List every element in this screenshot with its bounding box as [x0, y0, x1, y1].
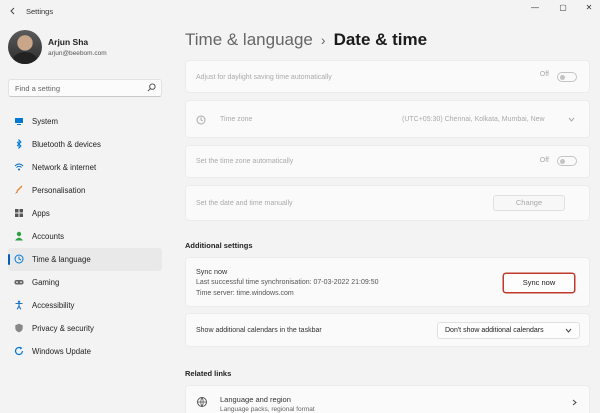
- minimize-button[interactable]: —: [522, 2, 548, 14]
- time-zone-label: Time zone: [220, 116, 253, 123]
- gamepad-icon: [14, 280, 24, 285]
- user-email: arjun@beebom.com: [48, 50, 107, 57]
- additional-settings-heading: Additional settings: [185, 241, 253, 250]
- chevron-down-icon: [565, 328, 572, 333]
- sidebar-item-windows-update[interactable]: Windows Update: [8, 340, 162, 363]
- related-links-heading: Related links: [185, 369, 232, 378]
- wifi-icon: [14, 163, 24, 171]
- search-input[interactable]: Find a setting: [15, 84, 60, 93]
- system-icon: [15, 118, 23, 125]
- daylight-saving-label: Adjust for daylight saving time automati…: [196, 74, 332, 81]
- update-icon: [14, 346, 24, 356]
- chevron-right-icon: [572, 399, 577, 406]
- daylight-saving-row[interactable]: Adjust for daylight saving time automati…: [185, 60, 590, 93]
- user-name: Arjun Sha: [48, 37, 89, 47]
- bluetooth-icon: [16, 139, 22, 149]
- manual-time-row[interactable]: Set the date and time manually Change: [185, 185, 590, 221]
- time-server-text: Time server: time.windows.com: [196, 290, 294, 297]
- sidebar-item-label: Accessibility: [32, 301, 75, 310]
- brush-icon: [15, 185, 23, 194]
- manual-time-label: Set the date and time manually: [196, 200, 293, 207]
- sidebar-item-time-language[interactable]: Time & language: [8, 248, 162, 271]
- sidebar-item-label: Network & internet: [32, 163, 97, 172]
- maximize-button[interactable]: ▢: [550, 2, 576, 14]
- language-region-subtitle: Language packs, regional format: [220, 406, 315, 413]
- sidebar-nav: System Bluetooth & devices Network & int…: [8, 110, 162, 363]
- sidebar-item-gaming[interactable]: Gaming: [8, 271, 162, 294]
- sidebar-item-label: Bluetooth & devices: [32, 140, 101, 149]
- chevron-down-icon: [568, 117, 575, 122]
- sidebar-item-label: Windows Update: [32, 347, 91, 356]
- language-region-link[interactable]: Language and region Language packs, regi…: [185, 385, 590, 413]
- search-box[interactable]: Find a setting: [8, 79, 162, 97]
- accessibility-icon: [15, 300, 23, 310]
- sync-now-button[interactable]: Sync now: [503, 273, 575, 293]
- page-title: Date & time: [333, 30, 428, 49]
- additional-calendars-label: Show additional calendars in the taskbar: [196, 327, 322, 334]
- accounts-icon: [15, 231, 23, 241]
- auto-time-zone-state-label: Off: [539, 157, 549, 164]
- app-title: Settings: [26, 7, 54, 16]
- sync-now-title: Sync now: [196, 267, 228, 276]
- avatar[interactable]: [8, 30, 42, 64]
- language-region-icon: [197, 397, 207, 407]
- shield-icon: [15, 323, 23, 333]
- breadcrumb-parent[interactable]: Time & language: [185, 30, 313, 49]
- globe-clock-icon: [14, 254, 24, 264]
- sidebar-item-personalisation[interactable]: Personalisation: [8, 179, 162, 202]
- sidebar-item-label: Gaming: [32, 278, 60, 287]
- daylight-toggle[interactable]: [557, 72, 577, 82]
- sidebar-item-label: Personalisation: [32, 186, 86, 195]
- title-bar: Settings — ▢ ✕: [0, 0, 600, 22]
- auto-time-zone-label: Set the time zone automatically: [196, 158, 294, 165]
- daylight-state-label: Off: [539, 71, 549, 78]
- breadcrumb-separator: ›: [320, 32, 326, 48]
- sidebar-item-network[interactable]: Network & internet: [8, 156, 162, 179]
- auto-time-zone-row[interactable]: Set the time zone automatically Off: [185, 145, 590, 178]
- sync-now-card: Sync now Last successful time synchronis…: [185, 257, 590, 307]
- close-button[interactable]: ✕: [576, 2, 600, 14]
- calendars-dropdown[interactable]: Don't show additional calendars: [437, 322, 580, 339]
- sidebar-item-accessibility[interactable]: Accessibility: [8, 294, 162, 317]
- time-zone-row[interactable]: Time zone (UTC+05:30) Chennai, Kolkata, …: [185, 100, 590, 138]
- sidebar-item-accounts[interactable]: Accounts: [8, 225, 162, 248]
- back-icon[interactable]: [8, 6, 18, 16]
- sidebar-item-privacy[interactable]: Privacy & security: [8, 317, 162, 340]
- auto-time-zone-toggle[interactable]: [557, 156, 577, 166]
- apps-icon: [15, 209, 23, 217]
- search-icon[interactable]: [147, 83, 156, 92]
- breadcrumb: Time & language › Date & time: [185, 30, 427, 50]
- change-button[interactable]: Change: [493, 195, 565, 211]
- sidebar-item-apps[interactable]: Apps: [8, 202, 162, 225]
- sidebar-item-label: Accounts: [32, 232, 65, 241]
- sidebar-item-label: Time & language: [32, 255, 91, 264]
- language-region-title: Language and region: [220, 395, 291, 404]
- sync-last-text: Last successful time synchronisation: 07…: [196, 279, 379, 286]
- sidebar-item-label: System: [32, 117, 58, 126]
- additional-calendars-row: Show additional calendars in the taskbar…: [185, 313, 590, 347]
- sidebar-item-bluetooth[interactable]: Bluetooth & devices: [8, 133, 162, 156]
- time-zone-dropdown[interactable]: (UTC+05:30) Chennai, Kolkata, Mumbai, Ne…: [402, 116, 545, 123]
- sidebar-item-system[interactable]: System: [8, 110, 162, 133]
- sidebar-item-label: Privacy & security: [32, 324, 94, 333]
- clock-icon: [196, 115, 206, 125]
- sidebar-item-label: Apps: [32, 209, 50, 218]
